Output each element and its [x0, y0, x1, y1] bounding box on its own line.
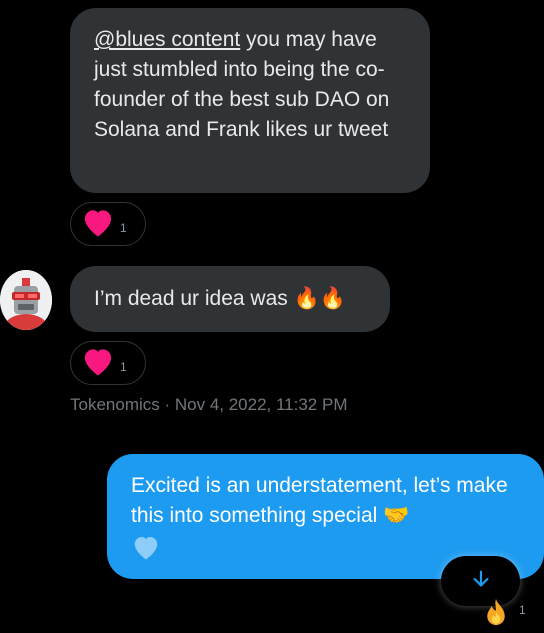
mention-link[interactable]: @blues content — [94, 28, 240, 51]
fire-emoji: 🔥🔥 — [293, 287, 346, 310]
heart-icon — [80, 206, 116, 243]
message-timestamp: Tokenomics · Nov 4, 2022, 11:32 PM — [70, 395, 348, 414]
message-text: I’m dead ur idea was — [94, 287, 294, 310]
reaction-count: 1 — [519, 603, 526, 617]
reaction-count: 1 — [120, 360, 127, 374]
message-bubble-incoming[interactable]: @blues content you may have just stumble… — [70, 8, 430, 193]
heart-icon — [80, 345, 116, 382]
reaction-badge[interactable]: 1 — [478, 596, 544, 628]
avatar[interactable] — [0, 270, 52, 330]
reaction-badge[interactable]: 1 — [70, 202, 146, 246]
reaction-count: 1 — [120, 221, 127, 235]
fire-icon — [478, 598, 514, 632]
arrow-down-icon — [470, 568, 492, 595]
reaction-badge[interactable]: 1 — [70, 341, 146, 385]
message-bubble-incoming[interactable]: I’m dead ur idea was 🔥🔥 — [70, 266, 390, 332]
message-text: Excited is an understatement, let’s make… — [131, 474, 508, 527]
handshake-emoji: 🤝 — [383, 504, 410, 527]
